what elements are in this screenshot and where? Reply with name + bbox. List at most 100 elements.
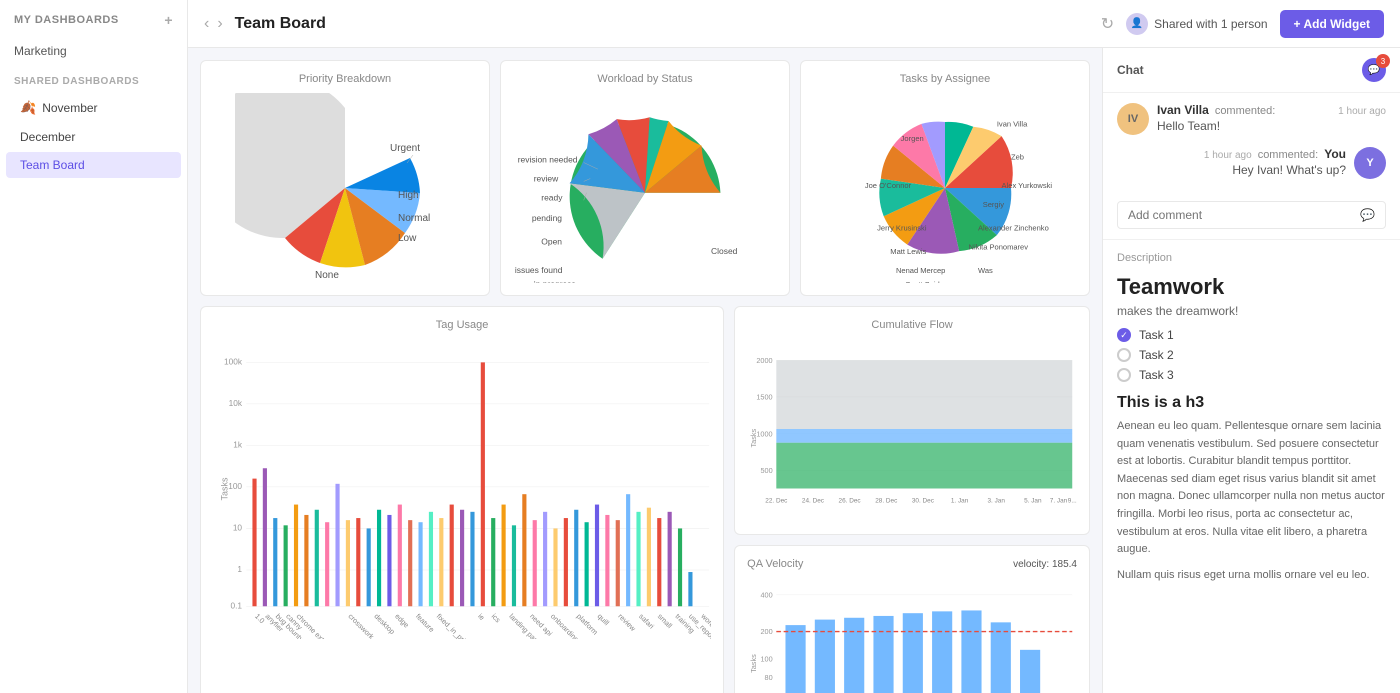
svg-text:ie: ie [476, 612, 486, 622]
description-section-label: Description [1117, 252, 1386, 264]
chat-text-2: Hey Ivan! What's up? [1117, 163, 1346, 177]
sidebar-item-november-label: November [42, 101, 97, 115]
sidebar-my-dashboards-label: MY DASHBOARDS [14, 14, 119, 26]
task-2-check[interactable] [1117, 348, 1131, 362]
svg-text:9...: 9... [1068, 497, 1077, 504]
workload-chart-container: revision needed review ready pending Ope… [513, 93, 777, 283]
assignee-pie-chart: Ivan Villa Zeb Joe O'Connor Alex Yurkows… [813, 93, 1077, 283]
chat-meta-1: Ivan Villa commented: 1 hour ago [1157, 103, 1386, 117]
task-3-check[interactable] [1117, 368, 1131, 382]
add-widget-button[interactable]: + Add Widget [1280, 10, 1384, 38]
svg-text:100: 100 [761, 655, 773, 664]
svg-text:Normal: Normal [398, 213, 430, 224]
workload-status-widget: Workload by Status [500, 60, 790, 296]
svg-text:100k: 100k [224, 356, 243, 366]
tasks-assignee-widget: Tasks by Assignee [800, 60, 1090, 296]
svg-text:400: 400 [761, 591, 773, 600]
sidebar-item-team-board[interactable]: Team Board [6, 152, 181, 178]
task-2-label: Task 2 [1139, 348, 1174, 362]
svg-text:safari: safari [637, 612, 656, 631]
shared-with-button[interactable]: 👤 Shared with 1 person [1126, 13, 1267, 35]
task-3[interactable]: Task 3 [1117, 368, 1386, 382]
cumulative-title: Cumulative Flow [747, 319, 1077, 331]
task-2[interactable]: Task 2 [1117, 348, 1386, 362]
task-3-label: Task 3 [1139, 368, 1174, 382]
page-title: Team Board [235, 15, 1101, 33]
svg-text:Sergiy: Sergiy [983, 200, 1005, 209]
sidebar-item-november[interactable]: 🍂 November [6, 94, 181, 122]
chat-sender-1: Ivan Villa [1157, 103, 1209, 117]
svg-text:500: 500 [761, 466, 773, 475]
svg-text:Zeb: Zeb [1011, 153, 1024, 162]
right-charts-column: Cumulative Flow 2000 1500 1000 500 [734, 306, 1090, 693]
shared-avatar: 👤 [1126, 13, 1148, 35]
add-dashboard-icon[interactable]: + [164, 12, 173, 28]
svg-text:revision needed: revision needed [518, 155, 578, 165]
send-icon[interactable]: 💬 [1360, 208, 1375, 222]
chat-input[interactable] [1128, 208, 1360, 222]
chat-icon[interactable]: 💬 3 [1362, 58, 1386, 82]
tag-usage-title: Tag Usage [213, 319, 711, 331]
task-list: ✓ Task 1 Task 2 Task 3 [1117, 328, 1386, 382]
sidebar-marketing-label[interactable]: Marketing [0, 40, 187, 66]
tag-usage-widget: Tag Usage Tasks 100k 10k 1k 100 10 1 0 [200, 306, 724, 693]
task-1-label: Task 1 [1139, 328, 1174, 342]
svg-text:review: review [616, 612, 638, 634]
svg-text:3. Jan: 3. Jan [988, 497, 1006, 504]
svg-text:crosswork: crosswork [347, 612, 377, 639]
sidebar-item-december[interactable]: December [6, 124, 181, 150]
svg-text:Matt Lewis: Matt Lewis [890, 247, 926, 256]
svg-text:Tasks: Tasks [749, 428, 758, 447]
svg-text:Urgent: Urgent [390, 143, 420, 154]
chat-input-area[interactable]: 💬 [1117, 201, 1386, 229]
svg-text:7. Jan: 7. Jan [1050, 497, 1068, 504]
task-1-check[interactable]: ✓ [1117, 328, 1131, 342]
svg-text:ics: ics [490, 612, 503, 625]
task-1[interactable]: ✓ Task 1 [1117, 328, 1386, 342]
sidebar-item-december-label: December [20, 130, 75, 144]
svg-text:platform: platform [575, 612, 600, 637]
tag-usage-svg: 100k 10k 1k 100 10 1 0.1 [213, 339, 711, 639]
svg-text:ready: ready [541, 192, 563, 202]
description-paragraph-2: Nullam quis risus eget urna mollis ornar… [1117, 567, 1386, 585]
svg-text:Jerry Krusinski: Jerry Krusinski [877, 223, 927, 232]
workload-pie-chart: revision needed review ready pending Ope… [513, 93, 777, 283]
chat-sender-2: You [1324, 147, 1346, 161]
qa-velocity-value: velocity: 185.4 [1013, 559, 1077, 570]
svg-text:Jorgen: Jorgen [901, 134, 924, 143]
svg-text:pending: pending [532, 213, 562, 223]
shared-text: Shared with 1 person [1154, 17, 1267, 31]
svg-text:1k: 1k [233, 439, 243, 449]
svg-text:5. Jan: 5. Jan [1024, 497, 1042, 504]
svg-text:Ivan Villa: Ivan Villa [997, 120, 1028, 129]
svg-text:Nikita Ponomarev: Nikita Ponomarev [969, 242, 1029, 251]
sidebar-my-dashboards-header: MY DASHBOARDS + [0, 0, 187, 40]
refresh-icon[interactable]: ↻ [1101, 14, 1114, 34]
topbar-actions: ↻ 👤 Shared with 1 person + Add Widget [1101, 10, 1384, 38]
svg-text:Low: Low [398, 233, 417, 244]
svg-text:in progress: in progress [534, 279, 576, 283]
chat-text-1: Hello Team! [1157, 119, 1386, 133]
svg-text:Joe O'Connor: Joe O'Connor [865, 181, 912, 190]
svg-text:small: small [656, 612, 675, 631]
description-section: Description Teamwork makes the dreamwork… [1103, 239, 1400, 596]
dashboard: Priority Breakdown [188, 48, 1400, 693]
svg-text:Tasks: Tasks [749, 654, 758, 673]
chat-content-1: Ivan Villa commented: 1 hour ago Hello T… [1157, 103, 1386, 135]
qa-velocity-svg: 400 200 100 80 60 [747, 574, 1077, 693]
priority-chart-container: Urgent High Normal Low None [213, 93, 477, 283]
svg-text:1. Jan: 1. Jan [951, 497, 969, 504]
svg-text:issues found: issues found [515, 265, 563, 275]
chat-message-1: IV Ivan Villa commented: 1 hour ago Hell… [1117, 103, 1386, 135]
sidebar-shared-dashboards-label: SHARED DASHBOARDS [0, 66, 187, 93]
priority-breakdown-widget: Priority Breakdown [200, 60, 490, 296]
back-icon[interactable]: ‹ [204, 15, 209, 33]
topbar-nav: ‹ › [204, 15, 223, 33]
chat-content-2: You commented: 1 hour ago Hey Ivan! What… [1117, 147, 1346, 179]
chat-section-title: Chat [1117, 63, 1144, 77]
svg-text:High: High [398, 190, 419, 201]
forward-icon[interactable]: › [217, 15, 222, 33]
description-h3: This is a h3 [1117, 394, 1386, 412]
svg-text:24. Dec: 24. Dec [802, 497, 825, 504]
svg-text:0.1: 0.1 [231, 600, 243, 610]
